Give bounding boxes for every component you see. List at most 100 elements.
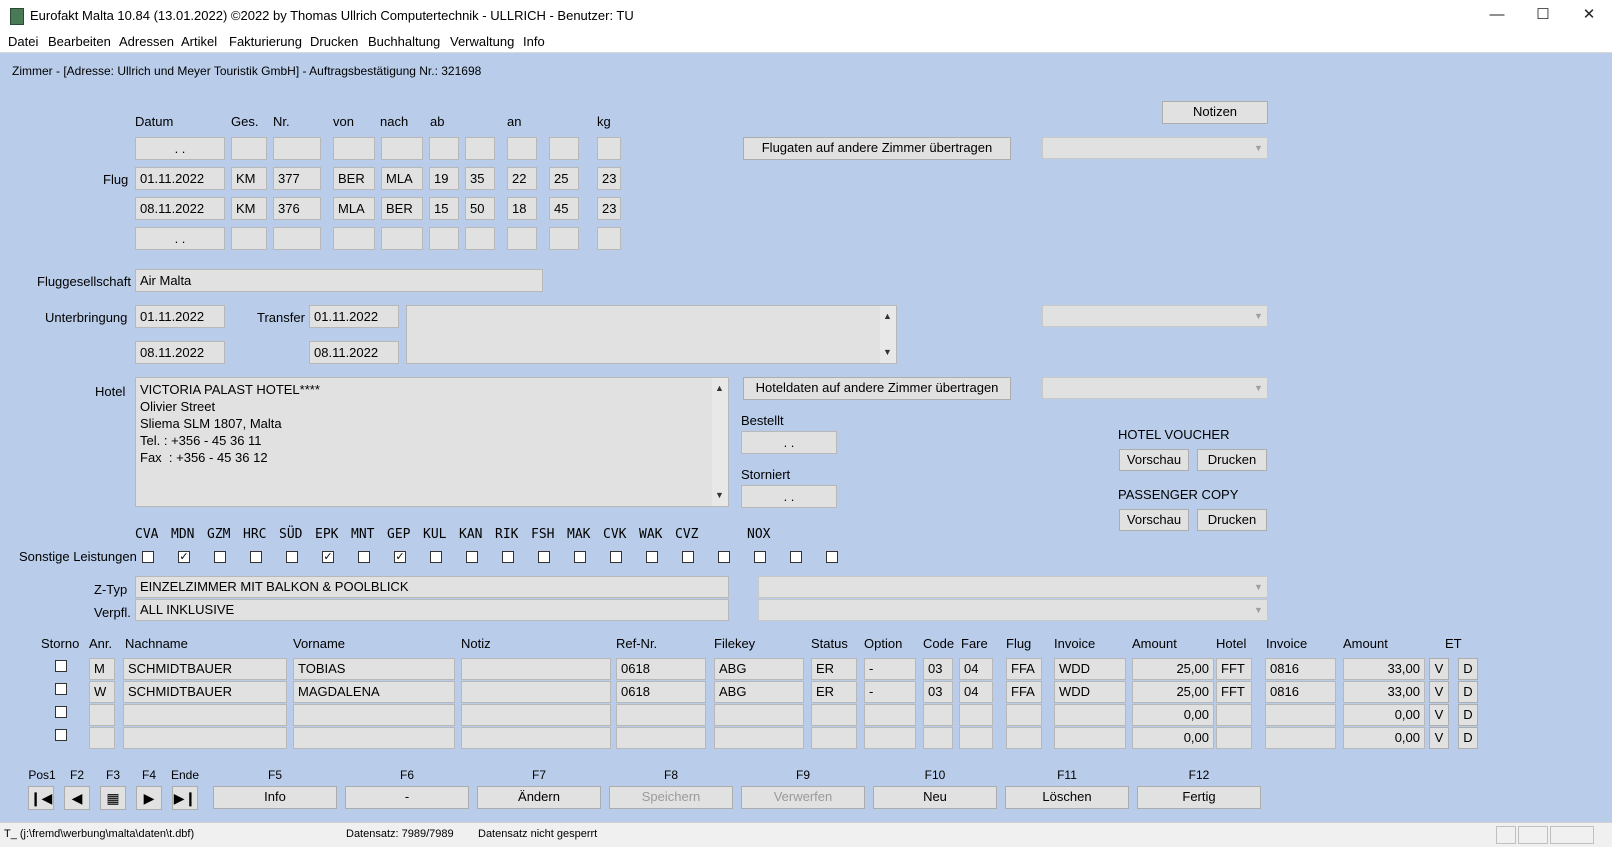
cell-code[interactable]: 03 [923,681,953,703]
cell-amount2[interactable]: 33,00 [1343,658,1425,680]
cell-nachname[interactable]: SCHMIDTBAUER [123,658,287,680]
cell-refnr[interactable] [616,727,706,749]
leistung-checkbox[interactable] [682,551,694,563]
next-record-button[interactable]: ▶ [136,786,162,810]
row-d-button[interactable]: D [1458,727,1478,749]
first-record-button[interactable]: ❙◀ [28,786,54,810]
flight-von[interactable] [333,137,375,160]
ztyp-dropdown[interactable]: ▼ [758,576,1268,598]
cell-flug[interactable]: FFA [1006,681,1042,703]
menu-adressen[interactable]: Adressen [119,34,174,49]
storniert-field[interactable]: . . [741,485,837,508]
row-v-button[interactable]: V [1429,727,1449,749]
scrollbar[interactable]: ▲ ▼ [712,378,728,506]
scroll-down-icon[interactable]: ▼ [883,344,892,361]
cell-code[interactable] [923,727,953,749]
fkey-button-f10[interactable]: Neu [873,786,997,809]
passenger-copy-vorschau-button[interactable]: Vorschau [1119,509,1189,531]
storno-checkbox[interactable] [55,660,67,672]
leistung-checkbox[interactable] [826,551,838,563]
leistung-checkbox[interactable] [502,551,514,563]
fkey-button-f5[interactable]: Info [213,786,337,809]
grid-view-button[interactable]: ▦ [100,786,126,810]
cell-code[interactable] [923,704,953,726]
maximize-icon[interactable]: ☐ [1520,0,1566,32]
row-v-button[interactable]: V [1429,704,1449,726]
cell-amount1[interactable]: 0,00 [1132,727,1214,749]
menu-artikel[interactable]: Artikel [181,34,217,49]
flight-an-hour[interactable]: 22 [507,167,537,190]
leistung-checkbox[interactable]: ✓ [178,551,190,563]
unterbringung-from[interactable]: 01.11.2022 [135,305,225,328]
menu-datei[interactable]: Datei [8,34,38,49]
storno-checkbox[interactable] [55,729,67,741]
scrollbar[interactable]: ▲ ▼ [880,306,896,363]
row-v-button[interactable]: V [1429,681,1449,703]
cell-status[interactable] [811,704,857,726]
flight-kg[interactable]: 23 [597,197,621,220]
flight-nr[interactable] [273,227,321,250]
flight-ab-hour[interactable]: 19 [429,167,459,190]
cell-hotel[interactable] [1216,704,1252,726]
cell-invoice1[interactable] [1054,704,1126,726]
scroll-up-icon[interactable]: ▲ [883,308,892,325]
cell-status[interactable]: ER [811,681,857,703]
hotel-voucher-drucken-button[interactable]: Drucken [1197,449,1267,471]
flight-ges[interactable] [231,227,267,250]
cell-fare[interactable] [959,727,993,749]
cell-hotel[interactable]: FFT [1216,681,1252,703]
leistung-checkbox[interactable] [790,551,802,563]
flight-von[interactable] [333,227,375,250]
cell-notiz[interactable] [461,681,611,703]
flight-datum[interactable]: . . [135,137,225,160]
cell-amount2[interactable]: 0,00 [1343,704,1425,726]
cell-status[interactable] [811,727,857,749]
flight-ab-min[interactable]: 35 [465,167,495,190]
bestellt-field[interactable]: . . [741,431,837,454]
cell-amount2[interactable]: 0,00 [1343,727,1425,749]
cell-vorname[interactable]: TOBIAS [293,658,455,680]
flight-an-min[interactable]: 45 [549,197,579,220]
cell-amount1[interactable]: 25,00 [1132,681,1214,703]
leistung-checkbox[interactable] [142,551,154,563]
fkey-button-f12[interactable]: Fertig [1137,786,1261,809]
cell-flug[interactable] [1006,704,1042,726]
leistung-checkbox[interactable] [610,551,622,563]
flight-an-min[interactable] [549,137,579,160]
leistung-checkbox[interactable] [286,551,298,563]
cell-hotel[interactable]: FFT [1216,658,1252,680]
leistung-checkbox[interactable] [214,551,226,563]
leistung-checkbox[interactable] [718,551,730,563]
flight-ab-min[interactable] [465,137,495,160]
cell-code[interactable]: 03 [923,658,953,680]
cell-nachname[interactable] [123,727,287,749]
scroll-down-icon[interactable]: ▼ [715,487,724,504]
leistung-checkbox[interactable] [646,551,658,563]
transfer-to[interactable]: 08.11.2022 [309,341,399,364]
cell-anr[interactable]: M [89,658,115,680]
cell-filekey[interactable] [714,727,804,749]
flight-ab-hour[interactable] [429,227,459,250]
flight-nach[interactable]: MLA [381,167,423,190]
leistung-checkbox[interactable] [538,551,550,563]
leistung-checkbox[interactable] [574,551,586,563]
menu-buchhaltung[interactable]: Buchhaltung [368,34,440,49]
cell-filekey[interactable]: ABG [714,681,804,703]
cell-refnr[interactable]: 0618 [616,658,706,680]
menu-fakturierung[interactable]: Fakturierung [229,34,302,49]
hotel-voucher-vorschau-button[interactable]: Vorschau [1119,449,1189,471]
flight-nach[interactable] [381,137,423,160]
cell-flug[interactable]: FFA [1006,658,1042,680]
flight-datum[interactable]: 01.11.2022 [135,167,225,190]
flugdaten-uebertragen-button[interactable]: Flugaten auf andere Zimmer übertragen [743,137,1011,160]
notizen-button[interactable]: Notizen [1162,101,1268,124]
flight-von[interactable]: MLA [333,197,375,220]
menu-info[interactable]: Info [523,34,545,49]
cell-notiz[interactable] [461,727,611,749]
storno-checkbox[interactable] [55,706,67,718]
cell-fare[interactable]: 04 [959,681,993,703]
flight-ab-hour[interactable] [429,137,459,160]
flight-an-hour[interactable] [507,137,537,160]
flight-kg[interactable] [597,137,621,160]
menu-bearbeiten[interactable]: Bearbeiten [48,34,111,49]
